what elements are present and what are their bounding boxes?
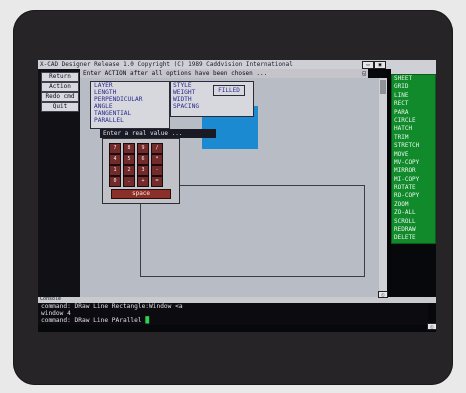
action-button[interactable]: Action bbox=[41, 82, 79, 92]
vertical-scrollbar[interactable] bbox=[379, 78, 387, 298]
menu-scroll[interactable]: SCROLL bbox=[392, 218, 435, 226]
quit-button[interactable]: Quit bbox=[41, 102, 79, 112]
menu-ro-copy[interactable]: RO-COPY bbox=[392, 192, 435, 200]
keypad-key[interactable]: 6 bbox=[137, 154, 149, 165]
console-line: window 4 bbox=[41, 310, 71, 317]
option-tangential[interactable]: TANGENTIAL bbox=[91, 110, 169, 117]
filled-toggle[interactable]: FILLED bbox=[213, 85, 245, 96]
option-spacing[interactable]: SPACING bbox=[171, 103, 253, 110]
depth-front-button[interactable]: ▣ bbox=[374, 61, 386, 69]
menu-move[interactable]: MOVE bbox=[392, 151, 435, 159]
menu-hatch[interactable]: HATCH bbox=[392, 125, 435, 133]
menu-rotate[interactable]: ROTATE bbox=[392, 184, 435, 192]
value-prompt: Enter a real value ... bbox=[100, 129, 216, 138]
line-options-panel: LAYER LENGTH PERPENDICULAR ANGLE TANGENT… bbox=[90, 81, 170, 129]
menu-grid[interactable]: GRID bbox=[392, 83, 435, 91]
console-line-text: command: DRaw Line PArallel bbox=[41, 317, 142, 324]
keypad-key[interactable]: 1 bbox=[109, 165, 121, 176]
depth-back-button[interactable]: ▭ bbox=[362, 61, 374, 69]
menu-line[interactable]: LINE bbox=[392, 92, 435, 100]
keypad-key[interactable]: 0 bbox=[109, 176, 121, 187]
keypad-key[interactable]: 7 bbox=[109, 143, 121, 154]
keypad-key[interactable]: 4 bbox=[109, 154, 121, 165]
keypad-key[interactable]: + bbox=[137, 176, 149, 187]
console-output[interactable]: command: DRaw Line Rectangle:Window <a w… bbox=[38, 303, 428, 325]
option-angle[interactable]: ANGLE bbox=[91, 103, 169, 110]
keypad-key[interactable]: . bbox=[123, 176, 135, 187]
keypad-key[interactable]: = bbox=[151, 176, 163, 187]
keypad-key[interactable]: 5 bbox=[123, 154, 135, 165]
menu-sheet[interactable]: SHEET bbox=[392, 75, 435, 83]
menu-trim[interactable]: TRIM bbox=[392, 134, 435, 142]
keypad-key[interactable]: / bbox=[151, 143, 163, 154]
text-cursor: █ bbox=[145, 317, 150, 324]
menu-mi-copy[interactable]: MI-COPY bbox=[392, 176, 435, 184]
option-length[interactable]: LENGTH bbox=[91, 89, 169, 96]
menu-mv-copy[interactable]: MV-COPY bbox=[392, 159, 435, 167]
menu-stretch[interactable]: STRETCH bbox=[392, 142, 435, 150]
status-line: Enter ACTION after all options have been… bbox=[80, 69, 368, 78]
option-width[interactable]: WIDTH bbox=[171, 96, 253, 103]
style-options-panel: STYLE WEIGHT WIDTH SPACING FILLED bbox=[170, 81, 254, 117]
menu-zoom[interactable]: ZOOM bbox=[392, 201, 435, 209]
console-label: Console bbox=[40, 296, 62, 302]
keypad-key[interactable]: - bbox=[151, 165, 163, 176]
option-parallel[interactable]: PARALLEL bbox=[91, 117, 169, 124]
menu-zo-all[interactable]: ZO-ALL bbox=[392, 209, 435, 217]
menu-mirror[interactable]: MIRROR bbox=[392, 167, 435, 175]
keypad-key[interactable]: 9 bbox=[137, 143, 149, 154]
console-line: command: DRaw Line Rectangle:Window <a bbox=[41, 303, 183, 310]
menu-para[interactable]: PARA bbox=[392, 109, 435, 117]
menu-redraw[interactable]: REDRAW bbox=[392, 226, 435, 234]
canvas-size-icon[interactable]: ◱ bbox=[378, 291, 388, 298]
keypad-key[interactable]: 3 bbox=[137, 165, 149, 176]
redo-cmd-button[interactable]: Redo cmd bbox=[41, 92, 79, 102]
option-perpendicular[interactable]: PERPENDICULAR bbox=[91, 96, 169, 103]
cad-screen: X-CAD Designer Release 1.0 Copyright (C)… bbox=[38, 60, 436, 332]
space-key[interactable]: space bbox=[111, 189, 171, 199]
keypad-key[interactable]: 8 bbox=[123, 143, 135, 154]
option-layer[interactable]: LAYER bbox=[91, 82, 169, 89]
console-line: command: DRaw Line PArallel █ bbox=[38, 317, 428, 324]
keypad-key[interactable]: * bbox=[151, 154, 163, 165]
return-button[interactable]: Return bbox=[41, 72, 79, 82]
command-menu: SHEET GRID LINE RECT PARA CIRCLE HATCH T… bbox=[391, 74, 436, 244]
numeric-keypad: 7 8 9 / 4 5 6 * 1 2 3 - 0 . + = space bbox=[102, 138, 180, 204]
window-title-bar: X-CAD Designer Release 1.0 Copyright (C)… bbox=[38, 60, 436, 69]
status-message: Enter ACTION after all options have been… bbox=[83, 70, 268, 77]
menu-circle[interactable]: CIRCLE bbox=[392, 117, 435, 125]
window-title: X-CAD Designer Release 1.0 Copyright (C)… bbox=[40, 61, 293, 68]
left-command-panel: Return Action Redo cmd Quit bbox=[38, 69, 80, 297]
console-size-icon[interactable]: ◱ bbox=[427, 323, 436, 330]
resize-icon[interactable]: ◱ bbox=[362, 69, 366, 78]
menu-rect[interactable]: RECT bbox=[392, 100, 435, 108]
keypad-key[interactable]: 2 bbox=[123, 165, 135, 176]
scroll-thumb[interactable] bbox=[380, 80, 386, 94]
menu-delete[interactable]: DELETE bbox=[392, 234, 435, 242]
